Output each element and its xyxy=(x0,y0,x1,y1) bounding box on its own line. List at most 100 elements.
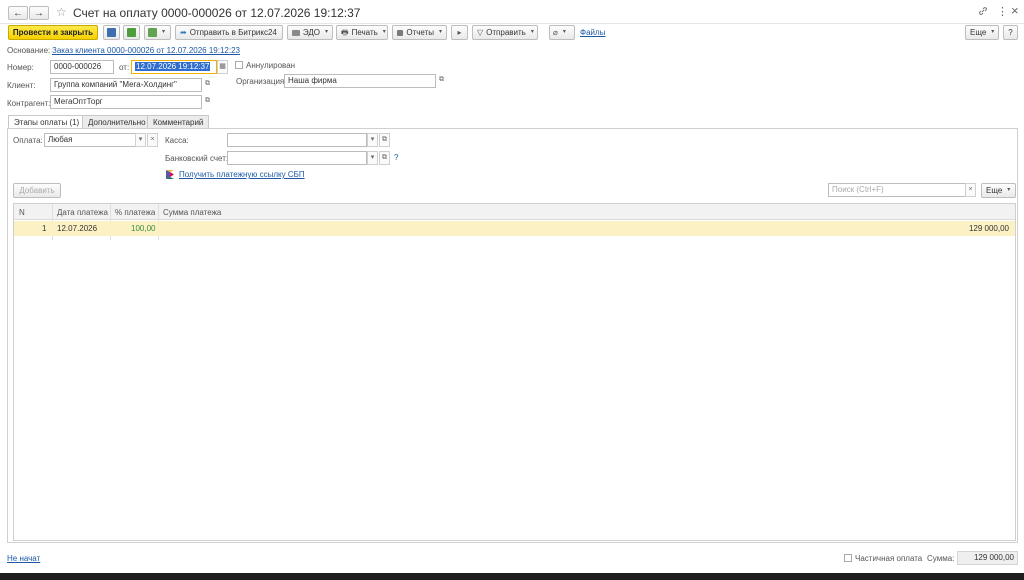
help-icon[interactable]: ? xyxy=(394,153,398,162)
send-bitrix-button[interactable]: ➦ Отправить в Битрикс24 xyxy=(175,25,283,40)
send-icon: ▽ xyxy=(477,28,484,37)
search-input[interactable]: Поиск (Ctrl+F) xyxy=(828,183,966,197)
payment-dropdown-button[interactable]: ▾ xyxy=(135,133,146,147)
create-based-button[interactable]: ▾ xyxy=(144,25,171,40)
row-date: 12.07.2026 xyxy=(57,224,98,233)
print-button[interactable]: 🖶 Печать ▾ xyxy=(336,25,388,40)
paperclip-icon: ⌀ xyxy=(553,28,558,37)
printer-icon: 🖶 xyxy=(341,28,349,37)
date-label: от: xyxy=(119,63,130,72)
date-field-value: 12.07.2026 19:12:37 xyxy=(135,62,211,71)
row-percent: 100,00 xyxy=(131,224,156,233)
forward-button[interactable]: → xyxy=(29,6,49,20)
add-button[interactable]: Добавить xyxy=(13,183,61,198)
sbp-icon xyxy=(166,170,174,179)
column-header-sum[interactable]: Сумма платежа xyxy=(163,208,221,217)
search-placeholder: Поиск (Ctrl+F) xyxy=(832,185,884,194)
arrow-left-icon: ← xyxy=(13,7,23,19)
send-button[interactable]: ▽ Отправить ▾ xyxy=(472,25,538,40)
reports-button[interactable]: Отчеты ▾ xyxy=(392,25,447,40)
basis-link[interactable]: Заказ клиента 0000-000026 от 12.07.2026 … xyxy=(52,46,240,55)
more-button[interactable]: Еще ▾ xyxy=(965,25,999,40)
tab-comment[interactable]: Комментарий xyxy=(147,115,210,129)
annulled-label: Аннулирован xyxy=(246,61,296,70)
open-icon: ⧉ xyxy=(382,136,387,143)
chevron-down-icon: ▾ xyxy=(370,154,375,161)
client-open-button[interactable]: ⧉ xyxy=(202,78,213,92)
calendar-button[interactable]: ▦ xyxy=(217,60,228,74)
payment-clear-button[interactable]: × xyxy=(147,133,158,147)
organization-open-button[interactable]: ⧉ xyxy=(436,74,447,88)
page-title: Счет на оплату 0000-000026 от 12.07.2026… xyxy=(73,6,361,20)
column-header-date[interactable]: Дата платежа xyxy=(57,208,108,217)
table-more-button[interactable]: Еще ▾ xyxy=(981,183,1016,198)
sum-field: 129 000,00 xyxy=(957,551,1018,565)
cash-field[interactable] xyxy=(227,133,367,147)
chevron-down-icon: ▾ xyxy=(438,29,442,35)
sequence-button[interactable]: ▸ xyxy=(451,25,468,40)
client-label: Клиент: xyxy=(7,81,36,90)
client-field[interactable]: Группа компаний "Мега-Холдинг" xyxy=(50,78,202,92)
number-field[interactable]: 0000-000026 xyxy=(50,60,114,74)
chevron-down-icon: ▾ xyxy=(370,136,375,143)
edo-button[interactable]: ЭДО ▾ xyxy=(287,25,333,40)
chevron-down-icon: ▾ xyxy=(991,29,995,35)
contractor-open-button[interactable]: ⧉ xyxy=(202,95,213,109)
post-and-close-button[interactable]: Провести и закрыть xyxy=(8,25,98,40)
basis-label: Основание: xyxy=(7,46,51,55)
contractor-label: Контрагент: xyxy=(7,99,51,108)
sum-label: Сумма: xyxy=(927,554,955,563)
bank-account-dropdown-button[interactable]: ▾ xyxy=(367,151,378,165)
attachments-button[interactable]: ⌀ ▾ xyxy=(549,25,575,40)
payment-field[interactable]: Любая xyxy=(44,133,136,147)
date-field[interactable]: 12.07.2026 19:12:37 xyxy=(131,60,217,74)
status-link[interactable]: Не начат xyxy=(7,554,40,563)
save-button[interactable] xyxy=(103,25,120,40)
table-more-label: Еще xyxy=(986,186,1003,195)
play-icon: ▸ xyxy=(457,28,462,37)
send-label: Отправить xyxy=(486,28,526,37)
menu-icon[interactable]: ⋮ xyxy=(997,5,1008,18)
chevron-down-icon: ▾ xyxy=(324,29,328,35)
files-link[interactable]: Файлы xyxy=(580,28,605,37)
bank-account-field[interactable] xyxy=(227,151,367,165)
post-button[interactable] xyxy=(123,25,140,40)
tab-additional[interactable]: Дополнительно xyxy=(82,115,152,129)
organization-field[interactable]: Наша фирма xyxy=(284,74,436,88)
edo-label: ЭДО xyxy=(302,28,320,37)
chevron-down-icon: ▾ xyxy=(562,29,566,35)
sum-value: 129 000,00 xyxy=(973,553,1014,562)
post-and-close-label: Провести и закрыть xyxy=(12,28,94,37)
send-bitrix-label: Отправить в Битрикс24 xyxy=(189,28,277,37)
post-icon xyxy=(127,28,136,37)
chevron-down-icon: ▾ xyxy=(138,136,143,143)
open-icon: ⧉ xyxy=(382,154,387,161)
report-icon xyxy=(397,29,404,36)
more-label: Еще xyxy=(970,28,987,37)
chevron-down-icon: ▾ xyxy=(162,29,166,35)
organization-label: Организация: xyxy=(236,77,287,86)
column-header-percent[interactable]: % платежа xyxy=(115,208,155,217)
table: N Дата платежа % платежа Сумма платежа 1… xyxy=(13,203,1016,541)
clear-icon: × xyxy=(968,186,973,193)
close-icon[interactable]: × xyxy=(1011,3,1019,18)
bitrix-icon: ➦ xyxy=(180,28,187,37)
cash-dropdown-button[interactable]: ▾ xyxy=(367,133,378,147)
star-icon[interactable]: ☆ xyxy=(56,5,67,19)
help-button[interactable]: ? xyxy=(1003,25,1018,40)
cash-open-button[interactable]: ⧉ xyxy=(379,133,390,147)
arrow-right-icon: → xyxy=(34,7,44,19)
annulled-checkbox[interactable] xyxy=(235,61,243,69)
edo-icon xyxy=(292,29,300,36)
bank-account-open-button[interactable]: ⧉ xyxy=(379,151,390,165)
partial-payment-label: Частичная оплата xyxy=(855,554,923,563)
table-row[interactable]: 1 12.07.2026 100,00 129 000,00 xyxy=(14,221,1015,236)
sbp-link[interactable]: Получить платежную ссылку СБП xyxy=(179,170,305,179)
search-clear-button[interactable]: × xyxy=(965,183,976,197)
column-header-n[interactable]: N xyxy=(19,208,25,217)
taskbar xyxy=(0,573,1024,580)
contractor-field[interactable]: МегаОптТорг xyxy=(50,95,202,109)
link-icon[interactable] xyxy=(978,6,988,16)
partial-payment-checkbox[interactable] xyxy=(844,554,852,562)
back-button[interactable]: ← xyxy=(8,6,28,20)
